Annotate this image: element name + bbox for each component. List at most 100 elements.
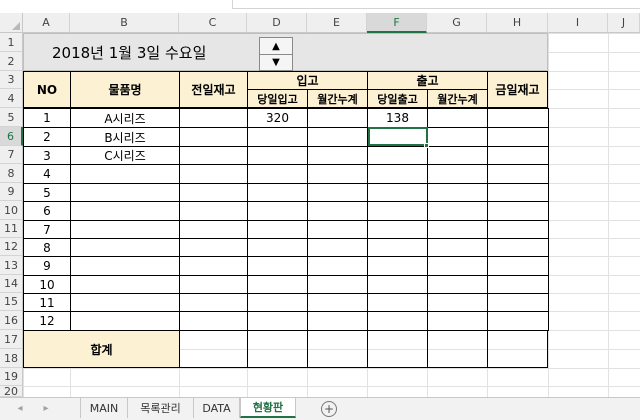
cell-prev-stock-row-8[interactable] — [179, 238, 248, 257]
cell-in-today-row-4[interactable] — [247, 164, 308, 184]
cell-prev-stock-row-10[interactable] — [179, 275, 248, 294]
cell-today-stock-row-9[interactable] — [487, 256, 549, 276]
cell-prev-stock-row-1[interactable] — [179, 108, 248, 128]
cell-out-month-row-7[interactable] — [427, 220, 488, 239]
column-header-j[interactable]: J — [608, 13, 640, 33]
cell-in-month-row-4[interactable] — [307, 164, 368, 184]
total-today-stock[interactable] — [487, 330, 548, 368]
tab-list-management[interactable]: 목록관리 — [128, 398, 194, 418]
add-sheet-icon[interactable]: + — [321, 401, 337, 417]
cell-in-today-row-2[interactable] — [247, 127, 308, 147]
row-header-20[interactable]: 20 — [0, 385, 23, 398]
cell-in-month-row-3[interactable] — [307, 146, 368, 165]
cell-no-row-7[interactable]: 7 — [23, 220, 71, 239]
cell-today-stock-row-2[interactable] — [487, 127, 549, 147]
cell-in-month-row-2[interactable] — [307, 127, 368, 147]
column-header-c[interactable]: C — [179, 13, 247, 33]
cell-today-stock-row-7[interactable] — [487, 220, 549, 239]
cell-out-month-row-10[interactable] — [427, 275, 488, 294]
cell-out-today-row-1[interactable]: 138 — [367, 108, 428, 128]
cell-out-today-row-6[interactable] — [367, 201, 428, 221]
row-header-9[interactable]: 9 — [0, 183, 23, 201]
row-header-16[interactable]: 16 — [0, 311, 23, 330]
fill-handle[interactable] — [424, 143, 429, 148]
tab-main[interactable]: MAIN — [80, 398, 128, 418]
total-out-month[interactable] — [427, 330, 488, 368]
column-header-g[interactable]: G — [427, 13, 487, 33]
next-sheet-icon[interactable]: ▸ — [40, 401, 52, 415]
cell-today-stock-row-8[interactable] — [487, 238, 549, 257]
column-header-b[interactable]: B — [70, 13, 179, 33]
cell-today-stock-row-10[interactable] — [487, 275, 549, 294]
cell-out-month-row-11[interactable] — [427, 293, 488, 312]
column-header-i[interactable]: I — [548, 13, 608, 33]
cell-in-today-row-1[interactable]: 320 — [247, 108, 308, 128]
column-header-f[interactable]: F — [367, 13, 427, 33]
cell-out-today-row-5[interactable] — [367, 183, 428, 202]
cell-out-today-row-4[interactable] — [367, 164, 428, 184]
cell-out-month-row-6[interactable] — [427, 201, 488, 221]
total-prev-stock[interactable] — [179, 330, 248, 368]
row-header-11[interactable]: 11 — [0, 220, 23, 238]
row-header-15[interactable]: 15 — [0, 293, 23, 311]
cell-in-today-row-6[interactable] — [247, 201, 308, 221]
cell-in-today-row-7[interactable] — [247, 220, 308, 239]
cell-item-row-11[interactable] — [70, 293, 180, 312]
cell-out-today-row-9[interactable] — [367, 256, 428, 276]
cell-in-month-row-11[interactable] — [307, 293, 368, 312]
cell-no-row-8[interactable]: 8 — [23, 238, 71, 257]
total-out-today[interactable] — [367, 330, 428, 368]
date-spinner[interactable]: ▲ ▼ — [259, 37, 293, 71]
cell-item-row-10[interactable] — [70, 275, 180, 294]
select-all-corner[interactable] — [0, 13, 23, 33]
cell-in-today-row-5[interactable] — [247, 183, 308, 202]
cell-item-row-4[interactable] — [70, 164, 180, 184]
cell-today-stock-row-6[interactable] — [487, 201, 549, 221]
tab-status-board[interactable]: 현황판 — [240, 398, 296, 418]
cell-today-stock-row-11[interactable] — [487, 293, 549, 312]
cell-out-month-row-9[interactable] — [427, 256, 488, 276]
spinner-up-icon[interactable]: ▲ — [260, 38, 292, 55]
tab-data[interactable]: DATA — [194, 398, 240, 418]
active-cell-f6[interactable] — [368, 127, 428, 146]
cell-no-row-2[interactable]: 2 — [23, 127, 71, 147]
cell-out-month-row-8[interactable] — [427, 238, 488, 257]
cell-no-row-3[interactable]: 3 — [23, 146, 71, 165]
spinner-down-icon[interactable]: ▼ — [260, 54, 292, 70]
cell-no-row-5[interactable]: 5 — [23, 183, 71, 202]
cell-item-row-12[interactable] — [70, 311, 180, 331]
row-header-12[interactable]: 12 — [0, 238, 23, 256]
cell-no-row-1[interactable]: 1 — [23, 108, 71, 128]
row-header-5[interactable]: 5 — [0, 108, 23, 127]
cell-item-row-7[interactable] — [70, 220, 180, 239]
column-header-h[interactable]: H — [487, 13, 548, 33]
cell-no-row-11[interactable]: 11 — [23, 293, 71, 312]
prev-sheet-icon[interactable]: ◂ — [14, 401, 26, 415]
row-header-14[interactable]: 14 — [0, 275, 23, 293]
cell-out-month-row-12[interactable] — [427, 311, 488, 331]
cell-today-stock-row-4[interactable] — [487, 164, 549, 184]
cell-no-row-6[interactable]: 6 — [23, 201, 71, 221]
total-in-month[interactable] — [307, 330, 368, 368]
cell-today-stock-row-12[interactable] — [487, 311, 549, 331]
row-header-2[interactable]: 2 — [0, 52, 23, 71]
cell-item-row-8[interactable] — [70, 238, 180, 257]
row-header-4[interactable]: 4 — [0, 89, 23, 108]
total-in-today[interactable] — [247, 330, 308, 368]
formula-input[interactable] — [232, 0, 640, 9]
cell-out-today-row-10[interactable] — [367, 275, 428, 294]
cell-item-row-1[interactable]: A시리즈 — [70, 108, 180, 128]
cell-in-month-row-8[interactable] — [307, 238, 368, 257]
cell-item-row-6[interactable] — [70, 201, 180, 221]
cell-out-today-row-7[interactable] — [367, 220, 428, 239]
row-header-17[interactable]: 17 — [0, 330, 23, 349]
cell-no-row-12[interactable]: 12 — [23, 311, 71, 331]
row-header-10[interactable]: 10 — [0, 201, 23, 220]
row-header-1[interactable]: 1 — [0, 33, 23, 52]
cell-out-today-row-8[interactable] — [367, 238, 428, 257]
row-header-13[interactable]: 13 — [0, 256, 23, 275]
cell-prev-stock-row-9[interactable] — [179, 256, 248, 276]
cell-no-row-4[interactable]: 4 — [23, 164, 71, 184]
cell-in-today-row-8[interactable] — [247, 238, 308, 257]
column-header-e[interactable]: E — [307, 13, 367, 33]
